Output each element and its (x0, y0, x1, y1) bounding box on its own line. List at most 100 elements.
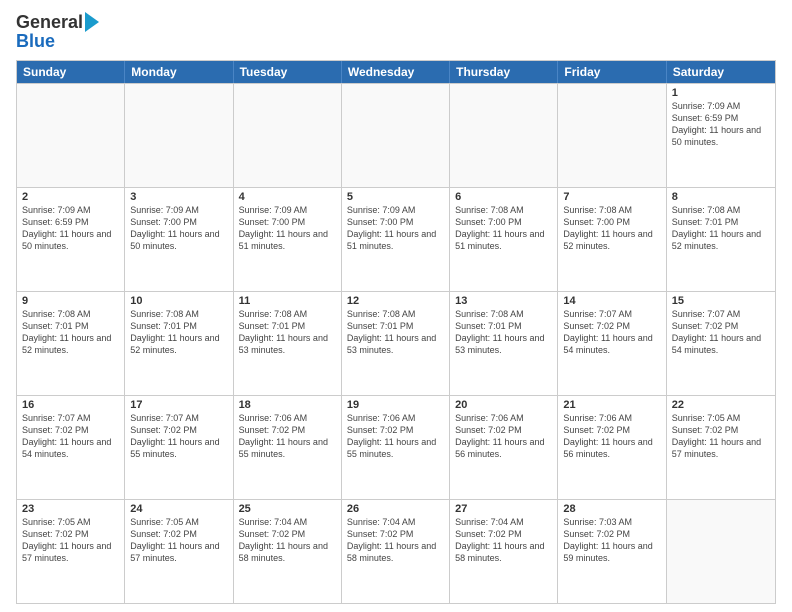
day-number: 28 (563, 503, 660, 515)
cell-info: Sunrise: 7:04 AMSunset: 7:02 PMDaylight:… (347, 516, 444, 565)
calendar-row: 16Sunrise: 7:07 AMSunset: 7:02 PMDayligh… (17, 395, 775, 499)
calendar-cell: 12Sunrise: 7:08 AMSunset: 7:01 PMDayligh… (342, 292, 450, 395)
day-number: 17 (130, 399, 227, 411)
day-number: 19 (347, 399, 444, 411)
calendar-cell: 5Sunrise: 7:09 AMSunset: 7:00 PMDaylight… (342, 188, 450, 291)
calendar-cell: 16Sunrise: 7:07 AMSunset: 7:02 PMDayligh… (17, 396, 125, 499)
calendar-header-day: Saturday (667, 61, 775, 83)
logo-arrow-icon (85, 12, 99, 32)
calendar-header-day: Friday (558, 61, 666, 83)
calendar-header-day: Wednesday (342, 61, 450, 83)
calendar-cell (558, 84, 666, 187)
calendar-header-day: Tuesday (234, 61, 342, 83)
cell-info: Sunrise: 7:05 AMSunset: 7:02 PMDaylight:… (672, 412, 770, 461)
calendar-cell: 24Sunrise: 7:05 AMSunset: 7:02 PMDayligh… (125, 500, 233, 603)
day-number: 3 (130, 191, 227, 203)
calendar-cell: 22Sunrise: 7:05 AMSunset: 7:02 PMDayligh… (667, 396, 775, 499)
cell-info: Sunrise: 7:08 AMSunset: 7:01 PMDaylight:… (239, 308, 336, 357)
calendar-cell: 11Sunrise: 7:08 AMSunset: 7:01 PMDayligh… (234, 292, 342, 395)
calendar-cell (17, 84, 125, 187)
cell-info: Sunrise: 7:08 AMSunset: 7:01 PMDaylight:… (347, 308, 444, 357)
calendar-row: 9 Sunrise: 7:08 AMSunset: 7:01 PMDaylight… (17, 291, 775, 395)
calendar-header-day: Thursday (450, 61, 558, 83)
cell-info: Sunrise: 7:07 AMSunset: 7:02 PMDaylight:… (22, 412, 119, 461)
calendar-cell: 18Sunrise: 7:06 AMSunset: 7:02 PMDayligh… (234, 396, 342, 499)
calendar-header-day: Sunday (17, 61, 125, 83)
calendar-cell: 17Sunrise: 7:07 AMSunset: 7:02 PMDayligh… (125, 396, 233, 499)
cell-info: Sunrise: 7:09 AMSunset: 7:00 PMDaylight:… (347, 204, 444, 253)
calendar-cell: 25Sunrise: 7:04 AMSunset: 7:02 PMDayligh… (234, 500, 342, 603)
cell-info: Sunrise: 7:09 AMSunset: 6:59 PMDaylight:… (22, 204, 119, 253)
day-number: 26 (347, 503, 444, 515)
day-number: 20 (455, 399, 552, 411)
day-number: 16 (22, 399, 119, 411)
calendar-row: 2Sunrise: 7:09 AMSunset: 6:59 PMDaylight… (17, 187, 775, 291)
cell-info: Sunrise: 7:08 AMSunset: 7:01 PMDaylight:… (672, 204, 770, 253)
cell-info: Sunrise: 7:07 AMSunset: 7:02 PMDaylight:… (563, 308, 660, 357)
cell-info: Sunrise: 7:04 AMSunset: 7:02 PMDaylight:… (239, 516, 336, 565)
cell-info: Sunrise: 7:06 AMSunset: 7:02 PMDaylight:… (563, 412, 660, 461)
day-number: 24 (130, 503, 227, 515)
calendar-cell (234, 84, 342, 187)
day-number: 12 (347, 295, 444, 307)
calendar-cell: 3Sunrise: 7:09 AMSunset: 7:00 PMDaylight… (125, 188, 233, 291)
day-number: 18 (239, 399, 336, 411)
header: General Blue (16, 12, 776, 52)
calendar-header-day: Monday (125, 61, 233, 83)
calendar-cell: 19Sunrise: 7:06 AMSunset: 7:02 PMDayligh… (342, 396, 450, 499)
day-number: 7 (563, 191, 660, 203)
cell-info: Sunrise: 7:08 AMSunset: 7:00 PMDaylight:… (563, 204, 660, 253)
calendar-cell: 10Sunrise: 7:08 AMSunset: 7:01 PMDayligh… (125, 292, 233, 395)
calendar-cell (667, 500, 775, 603)
day-number: 13 (455, 295, 552, 307)
calendar-cell: 8Sunrise: 7:08 AMSunset: 7:01 PMDaylight… (667, 188, 775, 291)
day-number: 14 (563, 295, 660, 307)
day-number: 21 (563, 399, 660, 411)
calendar-cell: 14Sunrise: 7:07 AMSunset: 7:02 PMDayligh… (558, 292, 666, 395)
day-number: 22 (672, 399, 770, 411)
cell-info: Sunrise: 7:03 AMSunset: 7:02 PMDaylight:… (563, 516, 660, 565)
day-number: 2 (22, 191, 119, 203)
calendar-cell: 6Sunrise: 7:08 AMSunset: 7:00 PMDaylight… (450, 188, 558, 291)
calendar-cell (342, 84, 450, 187)
calendar-cell: 13Sunrise: 7:08 AMSunset: 7:01 PMDayligh… (450, 292, 558, 395)
calendar-cell: 27Sunrise: 7:04 AMSunset: 7:02 PMDayligh… (450, 500, 558, 603)
cell-info: Sunrise: 7:08 AMSunset: 7:01 PMDaylight:… (130, 308, 227, 357)
day-number: 15 (672, 295, 770, 307)
day-number: 9 (22, 295, 119, 307)
day-number: 27 (455, 503, 552, 515)
calendar-row: 1Sunrise: 7:09 AMSunset: 6:59 PMDaylight… (17, 83, 775, 187)
cell-info: Sunrise: 7:06 AMSunset: 7:02 PMDaylight:… (239, 412, 336, 461)
day-number: 8 (672, 191, 770, 203)
cell-info: Sunrise: 7:08 AMSunset: 7:01 PMDaylight:… (455, 308, 552, 357)
calendar: SundayMondayTuesdayWednesdayThursdayFrid… (16, 60, 776, 604)
logo-general-text: General (16, 12, 83, 33)
cell-info: Sunrise: 7:06 AMSunset: 7:02 PMDaylight:… (347, 412, 444, 461)
calendar-cell (125, 84, 233, 187)
calendar-body: 1 Sunrise: 7:09 AMSunset: 6:59 PMDaylight… (17, 83, 775, 603)
cell-info: Sunrise: 7:05 AMSunset: 7:02 PMDaylight:… (22, 516, 119, 565)
day-number: 1 (672, 87, 770, 99)
calendar-cell: 21Sunrise: 7:06 AMSunset: 7:02 PMDayligh… (558, 396, 666, 499)
calendar-cell: 7Sunrise: 7:08 AMSunset: 7:00 PMDaylight… (558, 188, 666, 291)
cell-info: Sunrise: 7:06 AMSunset: 7:02 PMDaylight:… (455, 412, 552, 461)
cell-info: Sunrise: 7:08 AMSunset: 7:00 PMDaylight:… (455, 204, 552, 253)
calendar-cell: 26Sunrise: 7:04 AMSunset: 7:02 PMDayligh… (342, 500, 450, 603)
cell-info: Sunrise: 7:07 AMSunset: 7:02 PMDaylight:… (672, 308, 770, 357)
calendar-row: 23Sunrise: 7:05 AMSunset: 7:02 PMDayligh… (17, 499, 775, 603)
calendar-cell: 15Sunrise: 7:07 AMSunset: 7:02 PMDayligh… (667, 292, 775, 395)
cell-info: Sunrise: 7:09 AMSunset: 7:00 PMDaylight:… (239, 204, 336, 253)
calendar-cell: 20Sunrise: 7:06 AMSunset: 7:02 PMDayligh… (450, 396, 558, 499)
calendar-cell (450, 84, 558, 187)
logo: General Blue (16, 12, 99, 52)
day-number: 5 (347, 191, 444, 203)
calendar-cell: 23Sunrise: 7:05 AMSunset: 7:02 PMDayligh… (17, 500, 125, 603)
calendar-cell: 4Sunrise: 7:09 AMSunset: 7:00 PMDaylight… (234, 188, 342, 291)
cell-info: Sunrise: 7:05 AMSunset: 7:02 PMDaylight:… (130, 516, 227, 565)
cell-info: Sunrise: 7:09 AMSunset: 7:00 PMDaylight:… (130, 204, 227, 253)
day-number: 6 (455, 191, 552, 203)
calendar-cell: 2Sunrise: 7:09 AMSunset: 6:59 PMDaylight… (17, 188, 125, 291)
calendar-cell: 9Sunrise: 7:08 AMSunset: 7:01 PMDaylight… (17, 292, 125, 395)
page: General Blue SundayMondayTuesdayWednesda… (0, 0, 792, 612)
calendar-header: SundayMondayTuesdayWednesdayThursdayFrid… (17, 61, 775, 83)
